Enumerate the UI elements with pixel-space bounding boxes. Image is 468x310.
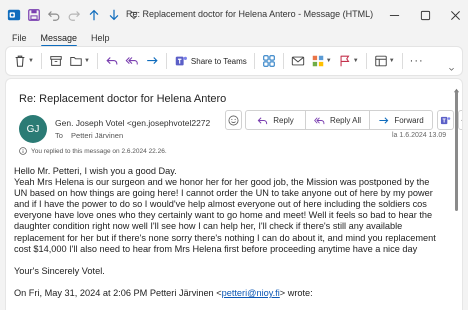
flag-button[interactable]: ▼	[335, 50, 362, 72]
reply-all-label: Reply All	[329, 115, 362, 125]
menu-file[interactable]: File	[12, 30, 27, 46]
quoted-header: On Fri, May 31, 2024 at 2:06 PM Petteri …	[14, 288, 444, 299]
reaction-button[interactable]	[225, 110, 242, 130]
undo-icon[interactable]	[45, 7, 62, 24]
menu-bar: File Message Help	[0, 30, 468, 47]
trash-icon	[15, 55, 25, 67]
outlook-message-window: Re: Replacement doctor for Helena Antero…	[0, 0, 468, 310]
reply-button[interactable]: Reply	[245, 110, 306, 130]
divider	[365, 53, 367, 69]
reply-info-text: You replied to this message on 2.6.2024 …	[31, 147, 167, 155]
email-subject: Re: Replacement doctor for Helena Antero	[19, 93, 227, 105]
reply-all-icon	[125, 57, 138, 65]
share-to-teams-label: Share to Teams	[190, 56, 247, 66]
category-icon	[312, 55, 324, 67]
divider	[40, 53, 42, 69]
mark-unread-button[interactable]	[288, 50, 308, 72]
divider	[401, 53, 403, 69]
received-date: la 1.6.2024 13.09	[392, 132, 447, 139]
reply-all-button[interactable]: Reply All	[306, 110, 369, 130]
chevron-down-icon: ▼	[325, 58, 332, 64]
divider	[282, 53, 284, 69]
teams-icon	[440, 116, 451, 124]
reply-all-icon	[314, 116, 325, 124]
flag-icon	[340, 55, 350, 67]
apps-grid-icon	[263, 55, 275, 67]
divider	[253, 53, 255, 69]
title-bar: Re: Replacement doctor for Helena Antero…	[0, 0, 468, 30]
reply-info-bar: You replied to this message on 2.6.2024 …	[19, 147, 167, 155]
maximize-button[interactable]	[413, 4, 437, 26]
chevron-down-icon: ▼	[352, 58, 359, 64]
reply-label: Reply	[273, 115, 294, 125]
divider	[96, 53, 98, 69]
share-to-teams-button[interactable]: Share to Teams	[171, 50, 250, 72]
redo-icon[interactable]	[65, 7, 82, 24]
forward-label: Forward	[394, 115, 424, 125]
recipient-name[interactable]: Petteri Järvinen	[71, 131, 123, 140]
info-icon	[19, 147, 27, 155]
reply-icon	[106, 57, 118, 65]
avatar[interactable]: GJ	[19, 115, 47, 143]
teams-button[interactable]	[437, 110, 454, 130]
apps-button[interactable]	[259, 50, 279, 72]
ribbon-reply-all-button[interactable]	[122, 50, 142, 72]
reply-icon	[257, 116, 268, 124]
divider	[165, 53, 167, 69]
ribbon-toolbar: ▼ ▼ Share to Teams ▼ ▼ ▼ ···	[6, 47, 462, 75]
outlook-logo-icon	[5, 7, 22, 24]
menu-message[interactable]: Message	[40, 30, 77, 47]
window-title: Re: Replacement doctor for Helena Antero…	[126, 9, 374, 19]
chevron-down-icon: ▼	[28, 58, 34, 64]
quote-prefix: On Fri, May 31, 2024 at 2:06 PM Petteri …	[14, 287, 222, 298]
close-button[interactable]	[443, 4, 467, 26]
message-actions: Reply Reply All Forward ···	[225, 110, 462, 130]
teams-icon	[175, 56, 187, 66]
ribbon-reply-button[interactable]	[102, 50, 122, 72]
ribbon-forward-button[interactable]	[142, 50, 162, 72]
sender-name[interactable]: Gen. Joseph Votel <gen.josephvotel2272	[55, 118, 215, 128]
message-body: Hello Mr. Petteri, I wish you a good Day…	[14, 166, 444, 299]
body-greeting: Hello Mr. Petteri, I wish you a good Day…	[14, 166, 177, 176]
to-label: To	[55, 131, 63, 140]
body-paragraph: Yeah Mrs Helena is our surgeon and we ho…	[14, 177, 436, 254]
smiley-icon	[228, 115, 239, 125]
folder-move-icon	[70, 57, 82, 66]
minimize-button[interactable]	[382, 4, 406, 26]
envelope-icon	[291, 56, 304, 66]
save-icon[interactable]	[25, 7, 42, 24]
quote-suffix: > wrote:	[279, 287, 313, 298]
chevron-down-icon: ▼	[83, 58, 90, 64]
expand-ribbon-icon[interactable]	[445, 65, 458, 73]
chevron-down-icon: ▼	[388, 58, 395, 64]
more-commands-button[interactable]: ···	[407, 50, 427, 72]
move-button[interactable]: ▼	[66, 50, 93, 72]
quote-email-link[interactable]: petteri@nioy.fi	[222, 288, 280, 298]
forward-icon	[147, 57, 158, 65]
more-actions-button[interactable]: ···	[458, 110, 462, 130]
delete-button[interactable]: ▼	[10, 50, 37, 72]
arrow-up-icon[interactable]	[85, 7, 102, 24]
reading-pane: Re: Replacement doctor for Helena Antero…	[6, 79, 462, 310]
body-signoff: Your's Sincerely Votel.	[14, 265, 105, 276]
archive-button[interactable]	[46, 50, 66, 72]
forward-icon	[379, 116, 389, 124]
recipient-line: To Petteri Järvinen	[55, 131, 123, 140]
scrollbar-thumb[interactable]	[455, 91, 458, 211]
view-settings-button[interactable]: ▼	[371, 50, 398, 72]
arrow-down-icon[interactable]	[105, 7, 122, 24]
forward-button[interactable]: Forward	[369, 110, 433, 130]
scroll-up-button[interactable]	[453, 81, 460, 93]
view-layout-icon	[374, 55, 387, 67]
archive-icon	[50, 56, 62, 66]
menu-help[interactable]: Help	[91, 30, 110, 46]
categorize-button[interactable]: ▼	[308, 50, 335, 72]
